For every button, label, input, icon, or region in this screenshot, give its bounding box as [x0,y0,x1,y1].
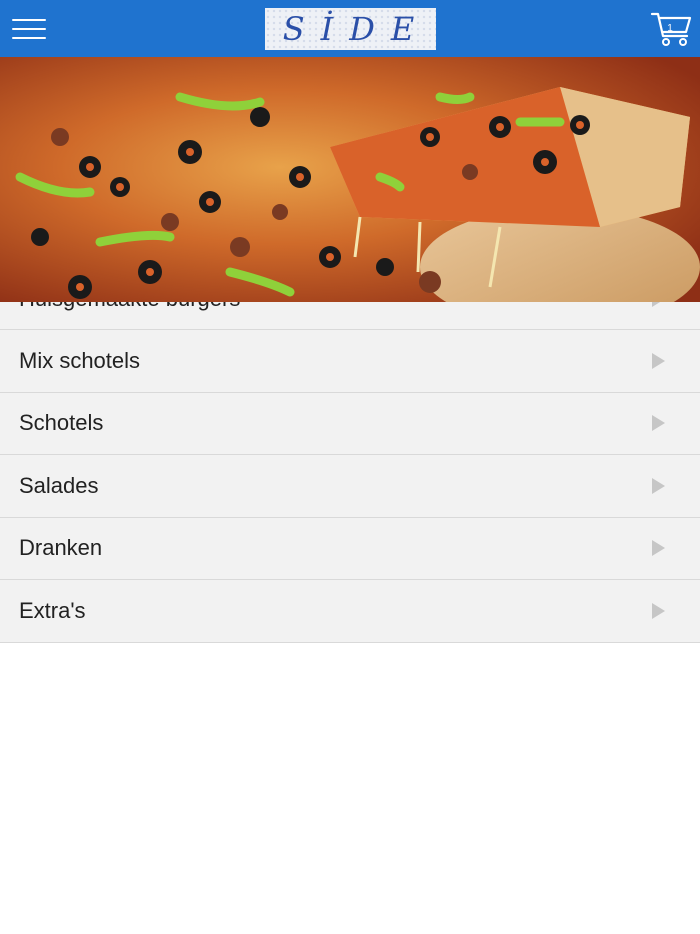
triangle-right-icon [652,415,665,432]
triangle-right-icon [652,540,665,557]
menu-item-label: Mix schotels [19,347,141,373]
triangle-right-icon [652,477,665,494]
menu-item-extras[interactable]: Extra's [0,580,700,643]
brand-logo[interactable]: SİDE [265,8,436,50]
pizza-banner [0,57,700,302]
menu-item-label: Schotels [19,410,104,436]
menu-item-mix-schotels[interactable]: Mix schotels [0,330,700,393]
menu-item-salades[interactable]: Salades [0,455,700,518]
menu-item-dranken[interactable]: Dranken [0,517,700,580]
pizza-image [0,57,700,302]
menu-item-label: Salades [19,472,99,498]
category-menu: Huisgemaakte burgers Mix schotels Schote… [0,268,700,643]
menu-item-schotels[interactable]: Schotels [0,392,700,455]
menu-item-label: Dranken [19,535,103,561]
cart-count-badge: 1 [667,23,673,34]
hamburger-icon[interactable] [12,17,46,41]
top-app-bar: SİDE 1 [0,0,700,57]
shopping-cart-icon[interactable]: 1 [650,10,694,48]
triangle-right-icon [652,352,665,369]
logo-text: SİDE [282,10,431,48]
menu-item-label: Extra's [19,597,86,623]
triangle-right-icon [652,602,665,619]
